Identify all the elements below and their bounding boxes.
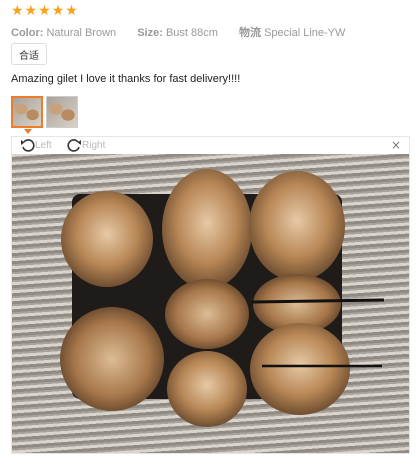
star-icon: ★	[11, 3, 24, 19]
rotate-right-icon	[67, 138, 82, 152]
order-attributes: Color: Natural Brown Size: Bust 88cm 物流 …	[11, 24, 363, 40]
fit-tag: 合适	[11, 43, 47, 65]
size-value: Bust 88cm	[165, 27, 218, 39]
fur-gilet-illustration	[60, 169, 385, 427]
rotate-left-label: Left	[35, 139, 52, 151]
review-photo	[12, 154, 409, 453]
star-icon: ★	[38, 3, 51, 19]
color-value: Natural Brown	[46, 27, 117, 39]
review-text: Amazing gilet I love it thanks for fast …	[11, 73, 241, 85]
rotate-right-label: Right	[82, 139, 106, 151]
color-label: Color:	[11, 27, 44, 39]
thumbnail-1[interactable]	[11, 96, 43, 128]
logistics-value: Special Line-YW	[264, 27, 346, 39]
logistics-label: 物流	[239, 27, 261, 39]
size-label: Size:	[137, 27, 163, 39]
rotate-left-icon	[20, 138, 35, 152]
star-icon: ★	[51, 3, 65, 19]
photo-thumbnails	[11, 96, 78, 128]
rotate-right-button[interactable]: Right	[67, 138, 105, 152]
close-icon[interactable]: ×	[391, 138, 401, 152]
rotate-left-button[interactable]: Left	[20, 138, 52, 152]
active-thumbnail-caret	[24, 129, 32, 134]
image-viewer: Left Right ×	[11, 136, 410, 454]
rating-stars: ★ ★ ★ ★ ★	[11, 4, 78, 18]
thumbnail-2[interactable]	[46, 96, 78, 128]
viewer-toolbar: Left Right ×	[12, 137, 409, 153]
star-icon: ★	[65, 3, 78, 19]
star-icon: ★	[24, 3, 38, 19]
